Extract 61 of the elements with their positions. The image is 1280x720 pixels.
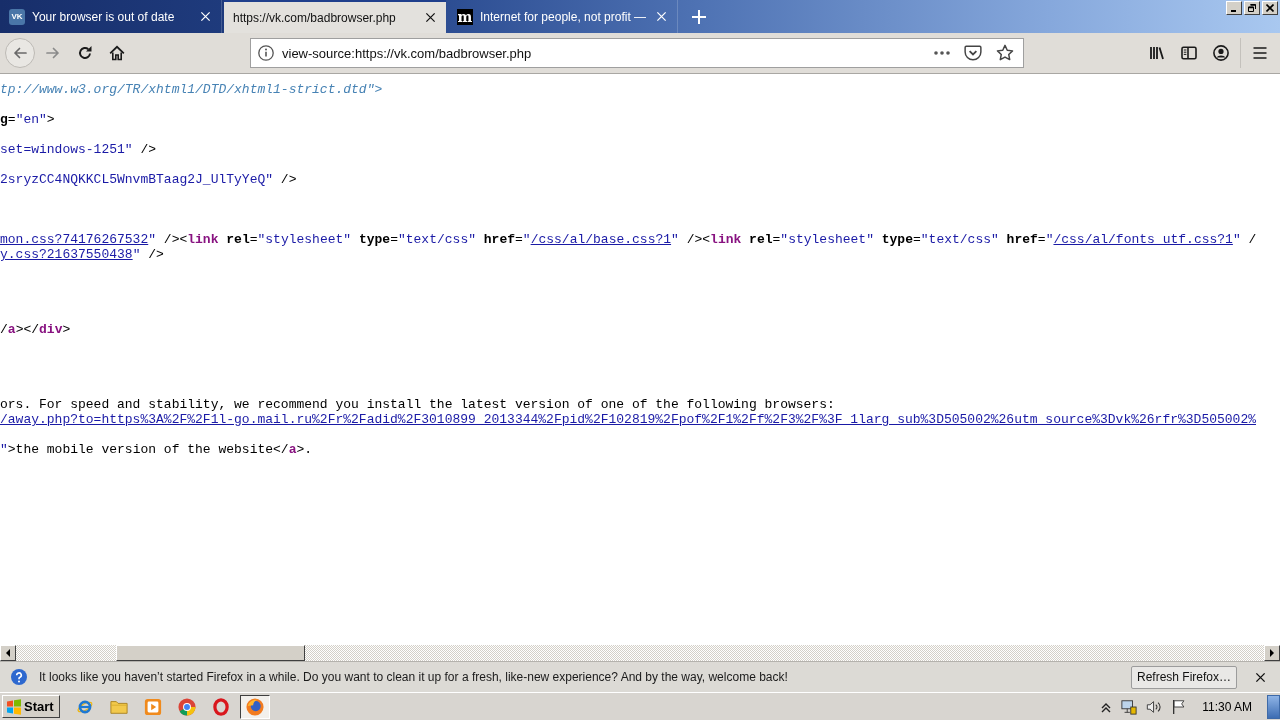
speaker-icon[interactable] xyxy=(1146,698,1163,715)
scrollbar-thumb[interactable] xyxy=(116,645,305,661)
books-icon xyxy=(1149,45,1165,61)
source-link[interactable]: y.css?21637550438 xyxy=(0,247,133,262)
taskbar-clock[interactable]: 11:30 AM xyxy=(1202,699,1252,714)
home-icon xyxy=(109,45,125,61)
close-icon xyxy=(199,11,211,22)
source-line: mon.css?74176267532" /><link rel="stylesheet" type="text/css" href="/css/al/base.css?1" /><link rel="stylesheet" type="text/css" href="/css/al/fonts_utf.css?1" / xyxy=(0,232,1257,247)
browser-tab[interactable]: https://vk.com/badbrowser.php xyxy=(224,0,446,33)
source-link[interactable]: mon.css?74176267532 xyxy=(0,232,149,247)
source-line: /a></div> xyxy=(0,322,71,337)
info-icon[interactable] xyxy=(258,45,274,61)
scroll-left-button[interactable] xyxy=(0,645,16,661)
close-icon xyxy=(1266,4,1274,12)
refresh-button[interactable]: Refresh Firefox… xyxy=(1130,665,1237,689)
sidebar-icon xyxy=(1181,45,1197,61)
close-icon xyxy=(655,11,667,22)
left-triangle-icon xyxy=(6,649,10,657)
address-bar[interactable]: view-source:https://vk.com/badbrowser.php xyxy=(250,38,1024,68)
source-line: set=windows-1251" /> xyxy=(0,142,157,157)
more-icon xyxy=(934,51,950,55)
restore-icon xyxy=(1248,4,1256,12)
source-line: ">the mobile version of the website</a>. xyxy=(0,442,313,457)
source-link[interactable]: /away.php?to=https%3A%2F%2F1l-go.mail.ru%2Fr%2Fadid%2F3010899_2013344%2Fpid%2F102819%2Fpof%2F1%2Ff%2F3%2F%3F_1larg_sub%3D505002%26utm_source%3Dvk%26rfr%3D505002% xyxy=(0,412,1256,427)
source-line: g="en"> xyxy=(0,112,55,127)
reload-icon xyxy=(77,45,93,61)
scroll-right-button[interactable] xyxy=(1264,645,1280,661)
plus-icon xyxy=(691,8,708,25)
user-icon xyxy=(1213,45,1229,61)
start-button[interactable]: Start xyxy=(2,695,60,718)
shield-chevron-icon xyxy=(964,44,982,62)
flag-icon[interactable] xyxy=(1171,698,1188,715)
site-icon: m xyxy=(457,8,473,25)
source-line: 2sryzCC4NQKKCL5WnvmBTaag2J_UlTyYeQ" /> xyxy=(0,172,297,187)
source-line: tp://www.w3.org/TR/xhtml1/DTD/xhtml1-strict.dtd"> xyxy=(0,82,383,97)
close-icon xyxy=(1255,671,1266,683)
right-triangle-icon xyxy=(1270,649,1274,657)
menu-icon xyxy=(1252,45,1268,61)
close-window-button[interactable] xyxy=(1262,1,1278,15)
ring-icon xyxy=(211,697,230,716)
site-icon: VK xyxy=(9,8,25,25)
help-icon xyxy=(11,669,27,685)
notification-message: It looks like you haven’t started Firefox in a while. Do you want to clean it up for a fresh, like-new experience? And by the way, welcome back! xyxy=(39,670,788,684)
restore-button[interactable] xyxy=(1244,1,1260,15)
windows-flag-icon xyxy=(6,698,22,715)
source-line: ors. For speed and stability, we recommend you install the latest version of one of the following browsers: xyxy=(0,397,835,412)
taskbar-button[interactable] xyxy=(239,694,270,719)
globe-icon xyxy=(245,697,264,716)
minimize-button[interactable] xyxy=(1226,1,1242,15)
round-browser-icon xyxy=(177,697,196,716)
left-arrow-icon xyxy=(12,45,28,61)
back-button[interactable] xyxy=(5,38,35,68)
close-icon xyxy=(424,12,436,23)
right-arrow-icon xyxy=(45,45,61,61)
source-line: y.css?21637550438" /> xyxy=(0,247,164,262)
show-desktop-button[interactable] xyxy=(1267,694,1280,719)
source-link[interactable]: /css/al/base.css?1 xyxy=(530,232,672,247)
star-icon xyxy=(996,44,1014,62)
source-link[interactable]: /css/al/fonts_utf.css?1 xyxy=(1053,232,1233,247)
monitor-icon[interactable] xyxy=(1121,698,1138,715)
media-player-icon xyxy=(143,697,162,716)
